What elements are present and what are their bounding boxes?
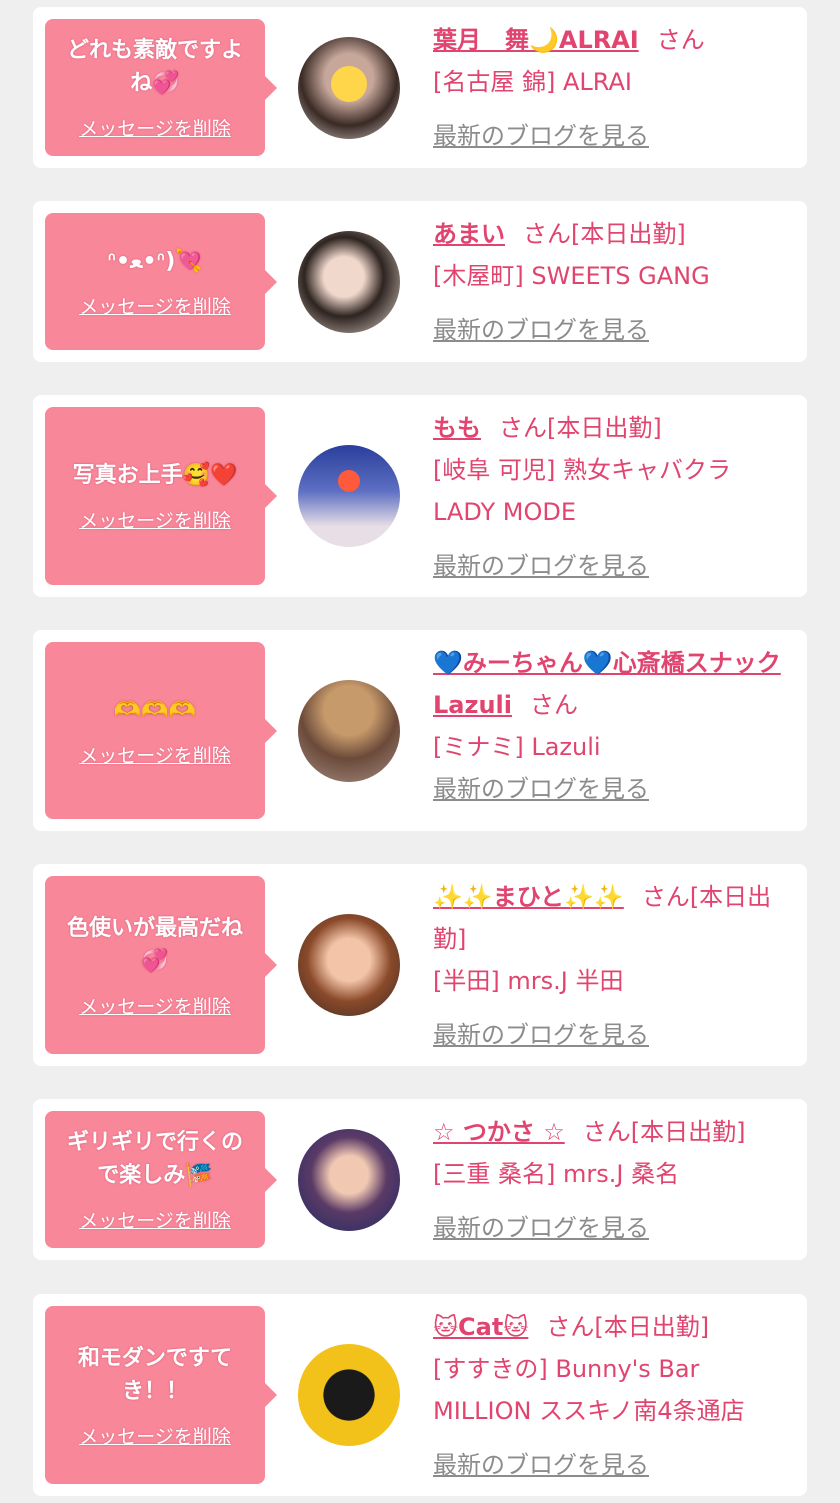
avatar[interactable] (298, 914, 400, 1016)
message-text: どれも素敵ですよね💞 (66, 38, 243, 96)
list-item: どれも素敵ですよね💞 メッセージを削除 葉月 舞🌙ALRAI さん [名古屋 錦]… (33, 7, 807, 168)
profile-name-link[interactable]: ☆ つかさ ☆ (433, 1118, 565, 1146)
delete-message-link[interactable]: メッセージを削除 (79, 114, 231, 141)
avatar[interactable] (298, 1128, 400, 1231)
message-bubble: どれも素敵ですよね💞 メッセージを削除 (45, 19, 277, 156)
profile-info: 葉月 舞🌙ALRAI さん [名古屋 錦] ALRAI 最新のブログを見る (433, 19, 797, 157)
shop-label: [木屋町] SWEETS GANG (433, 262, 710, 290)
honorific-label: さん (523, 220, 571, 248)
latest-blog-link[interactable]: 最新のブログを見る (433, 1207, 797, 1249)
honorific-label: さん (641, 883, 690, 911)
profile-name-link[interactable]: ✨✨まひと✨✨ (433, 883, 624, 911)
profile-name-link[interactable]: 💙みーちゃん💙心斎橋スナックLazuli (433, 649, 781, 719)
message-bubble: 写真お上手🥰❤️ メッセージを削除 (45, 407, 277, 585)
message-bubble: ギリギリで行くので楽しみ🎏 メッセージを削除 (45, 1111, 277, 1248)
profile-info: 💙みーちゃん💙心斎橋スナックLazuli さん [ミナミ] Lazuli 最新のブ… (433, 642, 797, 810)
list-item: ᐢ•ﻌ•ᐢ)💘 メッセージを削除 あまい さん[本日出勤] [木屋町] SWEET… (33, 201, 807, 362)
message-list: どれも素敵ですよね💞 メッセージを削除 葉月 舞🌙ALRAI さん [名古屋 錦]… (0, 0, 840, 1503)
message-bubble: 🫶🫶🫶 メッセージを削除 (45, 642, 277, 819)
message-text: ᐢ•ﻌ•ᐢ)💘 (107, 248, 203, 274)
delete-message-link[interactable]: メッセージを削除 (79, 1206, 231, 1233)
avatar[interactable] (298, 1344, 400, 1446)
latest-blog-link[interactable]: 最新のブログを見る (433, 1014, 797, 1056)
attendance-status: [本日出勤] (594, 1313, 710, 1341)
avatar[interactable] (298, 36, 400, 139)
delete-message-link[interactable]: メッセージを削除 (79, 292, 231, 319)
list-item: 和モダンですてき！！ メッセージを削除 🐱Cat🐱 さん[本日出勤] [すすきの]… (33, 1294, 807, 1496)
shop-label: [半田] mrs.J 半田 (433, 967, 624, 995)
attendance-status: [本日出勤] (547, 414, 662, 442)
avatar[interactable] (298, 445, 400, 547)
message-text: 色使いが最高だね💞 (66, 915, 243, 974)
list-item: 🫶🫶🫶 メッセージを削除 💙みーちゃん💙心斎橋スナックLazuli さん [ミナミ… (33, 630, 807, 831)
message-text: 🫶🫶🫶 (113, 697, 197, 723)
message-text: ギリギリで行くので楽しみ🎏 (66, 1130, 243, 1188)
heart-icon (331, 65, 367, 102)
profile-info: あまい さん[本日出勤] [木屋町] SWEETS GANG 最新のブログを見る (433, 213, 797, 351)
shop-label: [すすきの] Bunny's Bar MILLION ススキノ南4条通店 (433, 1355, 745, 1425)
latest-blog-link[interactable]: 最新のブログを見る (433, 1444, 797, 1486)
shop-label: [名古屋 錦] ALRAI (433, 68, 632, 96)
delete-message-link[interactable]: メッセージを削除 (79, 506, 231, 533)
latest-blog-link[interactable]: 最新のブログを見る (433, 768, 797, 810)
honorific-label: さん (530, 691, 578, 719)
message-bubble: 和モダンですてき！！ メッセージを削除 (45, 1306, 277, 1484)
delete-message-link[interactable]: メッセージを削除 (79, 992, 231, 1019)
profile-name-link[interactable]: あまい (433, 220, 505, 248)
list-item: 色使いが最高だね💞 メッセージを削除 ✨✨まひと✨✨ さん[本日出勤] [半田] … (33, 864, 807, 1066)
profile-info: もも さん[本日出勤] [岐阜 可児] 熟女キャバクラ LADY MODE 最新の… (433, 407, 797, 587)
profile-info: 🐱Cat🐱 さん[本日出勤] [すすきの] Bunny's Bar MILLION… (433, 1306, 797, 1486)
honorific-label: さん (582, 1118, 631, 1146)
delete-message-link[interactable]: メッセージを削除 (79, 741, 231, 768)
profile-name-link[interactable]: 葉月 舞🌙ALRAI (433, 26, 639, 54)
profile-info: ☆ つかさ ☆ さん[本日出勤] [三重 桑名] mrs.J 桑名 最新のブログを… (433, 1111, 797, 1249)
attendance-status: [本日出勤] (571, 220, 686, 248)
message-text: 写真お上手🥰❤️ (72, 463, 238, 488)
latest-blog-link[interactable]: 最新のブログを見る (433, 309, 797, 351)
heart-icon (338, 470, 360, 492)
shop-label: [岐阜 可児] 熟女キャバクラ LADY MODE (433, 456, 731, 526)
avatar[interactable] (298, 230, 400, 333)
message-bubble: ᐢ•ﻌ•ᐢ)💘 メッセージを削除 (45, 213, 277, 350)
latest-blog-link[interactable]: 最新のブログを見る (433, 545, 797, 587)
list-item: ギリギリで行くので楽しみ🎏 メッセージを削除 ☆ つかさ ☆ さん[本日出勤] [… (33, 1099, 807, 1260)
profile-name-link[interactable]: もも (433, 414, 481, 442)
honorific-label: さん (656, 26, 705, 54)
honorific-label: さん (499, 414, 547, 442)
delete-message-link[interactable]: メッセージを削除 (79, 1422, 231, 1449)
latest-blog-link[interactable]: 最新のブログを見る (433, 115, 797, 157)
profile-info: ✨✨まひと✨✨ さん[本日出勤] [半田] mrs.J 半田 最新のブログを見る (433, 876, 797, 1056)
message-bubble: 色使いが最高だね💞 メッセージを削除 (45, 876, 277, 1054)
shop-label: [三重 桑名] mrs.J 桑名 (433, 1160, 680, 1188)
shop-label: [ミナミ] Lazuli (433, 733, 601, 761)
honorific-label: さん (546, 1313, 595, 1341)
avatar[interactable] (298, 679, 400, 782)
attendance-status: [本日出勤] (630, 1118, 746, 1146)
message-text: 和モダンですてき！！ (77, 1345, 233, 1404)
profile-name-link[interactable]: 🐱Cat🐱 (433, 1313, 528, 1341)
list-item: 写真お上手🥰❤️ メッセージを削除 もも さん[本日出勤] [岐阜 可児] 熟女キ… (33, 395, 807, 597)
